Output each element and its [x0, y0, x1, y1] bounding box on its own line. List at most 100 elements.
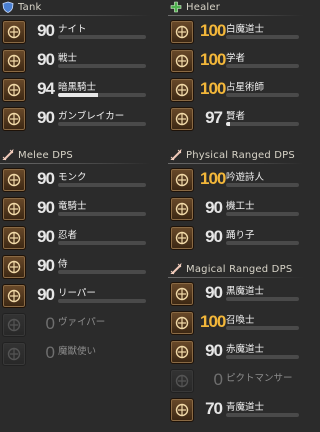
- job-row[interactable]: 90 ナイト: [0, 20, 150, 46]
- job-name: 竜騎士: [58, 201, 87, 212]
- job-level: 0: [45, 343, 55, 362]
- job-level: 70: [205, 399, 223, 418]
- section-title: Physical Ranged DPS: [186, 149, 295, 161]
- job-info: 占星術師: [226, 78, 303, 104]
- job-level: 100: [200, 312, 226, 331]
- job-name: 賢者: [226, 111, 246, 122]
- exp-bar: [58, 270, 146, 274]
- exp-bar: [226, 93, 299, 97]
- job-info: モンク: [58, 168, 150, 194]
- job-info: 黒魔道士: [226, 282, 303, 308]
- section-header: Melee DPS: [2, 148, 73, 162]
- exp-bar: [226, 35, 299, 39]
- reaper-icon: [2, 284, 26, 308]
- job-name: 忍者: [58, 230, 78, 241]
- job-level: 90: [37, 21, 55, 40]
- section-header: Magical Ranged DPS: [170, 262, 292, 276]
- dragoon-icon: [2, 197, 26, 221]
- paladin-icon: [2, 20, 26, 44]
- job-row[interactable]: 70 青魔道士: [168, 398, 303, 424]
- job-info: 賢者: [226, 107, 303, 133]
- job-name: 侍: [58, 259, 68, 270]
- job-row[interactable]: 0 魔獣使い: [0, 342, 150, 368]
- job-row[interactable]: 94 暗黒騎士: [0, 78, 150, 104]
- wand-icon: [170, 263, 182, 275]
- exp-bar: [226, 326, 299, 330]
- job-level: 94: [37, 79, 55, 98]
- section-divider: [168, 277, 303, 278]
- job-row[interactable]: 0 ヴァイパー: [0, 313, 150, 339]
- job-row[interactable]: 100 白魔道士: [168, 20, 303, 46]
- exp-bar: [58, 241, 146, 245]
- job-row[interactable]: 90 リーパー: [0, 284, 150, 310]
- job-name: 青魔道士: [226, 402, 265, 413]
- job-level: 90: [37, 50, 55, 69]
- dark-knight-icon: [2, 78, 26, 102]
- exp-bar: [226, 212, 299, 216]
- job-row[interactable]: 0 ピクトマンサー: [168, 369, 303, 395]
- job-name: 召喚士: [226, 315, 255, 326]
- job-info: 侍: [58, 255, 150, 281]
- job-info: 赤魔道士: [226, 340, 303, 366]
- job-name: ナイト: [58, 24, 87, 35]
- job-row[interactable]: 100 占星術師: [168, 78, 303, 104]
- shield-icon: [2, 1, 14, 13]
- bard-icon: [170, 168, 194, 192]
- job-name: ヴァイパー: [58, 317, 106, 328]
- exp-bar: [226, 64, 299, 68]
- job-row[interactable]: 100 召喚士: [168, 311, 303, 337]
- job-level: 90: [37, 285, 55, 304]
- job-name: モンク: [58, 172, 87, 183]
- job-info: 竜騎士: [58, 197, 150, 223]
- job-info: 召喚士: [226, 311, 303, 337]
- sword-icon: [2, 149, 14, 161]
- job-info: ナイト: [58, 20, 150, 46]
- beastmaster-icon: [2, 342, 26, 366]
- job-info: 青魔道士: [226, 398, 303, 424]
- job-info: 戦士: [58, 49, 150, 75]
- exp-bar: [58, 299, 146, 303]
- exp-bar: [226, 183, 299, 187]
- bow-icon: [170, 149, 182, 161]
- job-info: リーパー: [58, 284, 150, 310]
- job-level: 90: [205, 341, 223, 360]
- job-info: ガンブレイカー: [58, 107, 150, 133]
- job-row[interactable]: 90 機工士: [168, 197, 303, 223]
- job-row[interactable]: 97 賢者: [168, 107, 303, 133]
- scholar-icon: [170, 49, 194, 73]
- job-info: 機工士: [226, 197, 303, 223]
- blue-mage-icon: [170, 398, 194, 422]
- exp-bar-fill: [58, 93, 98, 97]
- exp-bar: [58, 122, 146, 126]
- job-row[interactable]: 90 ガンブレイカー: [0, 107, 150, 133]
- job-name: リーパー: [58, 288, 96, 299]
- job-row[interactable]: 90 踊り子: [168, 226, 303, 252]
- white-mage-icon: [170, 20, 194, 44]
- warrior-icon: [2, 49, 26, 73]
- job-row[interactable]: 90 黒魔道士: [168, 282, 303, 308]
- job-row[interactable]: 100 学者: [168, 49, 303, 75]
- cross-icon: [170, 1, 182, 13]
- job-row[interactable]: 90 竜騎士: [0, 197, 150, 223]
- job-name: 黒魔道士: [226, 286, 265, 297]
- job-row[interactable]: 90 侍: [0, 255, 150, 281]
- job-row[interactable]: 90 忍者: [0, 226, 150, 252]
- job-info: 暗黒騎士: [58, 78, 150, 104]
- section-title: Melee DPS: [18, 149, 73, 161]
- job-level: 100: [200, 50, 226, 69]
- exp-bar: [58, 64, 146, 68]
- section-divider: [0, 163, 150, 164]
- job-row[interactable]: 100 吟遊詩人: [168, 168, 303, 194]
- job-name: 戦士: [58, 53, 78, 64]
- job-row[interactable]: 90 モンク: [0, 168, 150, 194]
- samurai-icon: [2, 255, 26, 279]
- job-row[interactable]: 90 赤魔道士: [168, 340, 303, 366]
- job-name: ピクトマンサー: [226, 373, 293, 384]
- job-row[interactable]: 90 戦士: [0, 49, 150, 75]
- exp-bar: [226, 413, 299, 417]
- job-name: ガンブレイカー: [58, 111, 125, 122]
- exp-bar-fill: [226, 122, 230, 126]
- dancer-icon: [170, 226, 194, 250]
- gunbreaker-icon: [2, 107, 26, 131]
- ninja-icon: [2, 226, 26, 250]
